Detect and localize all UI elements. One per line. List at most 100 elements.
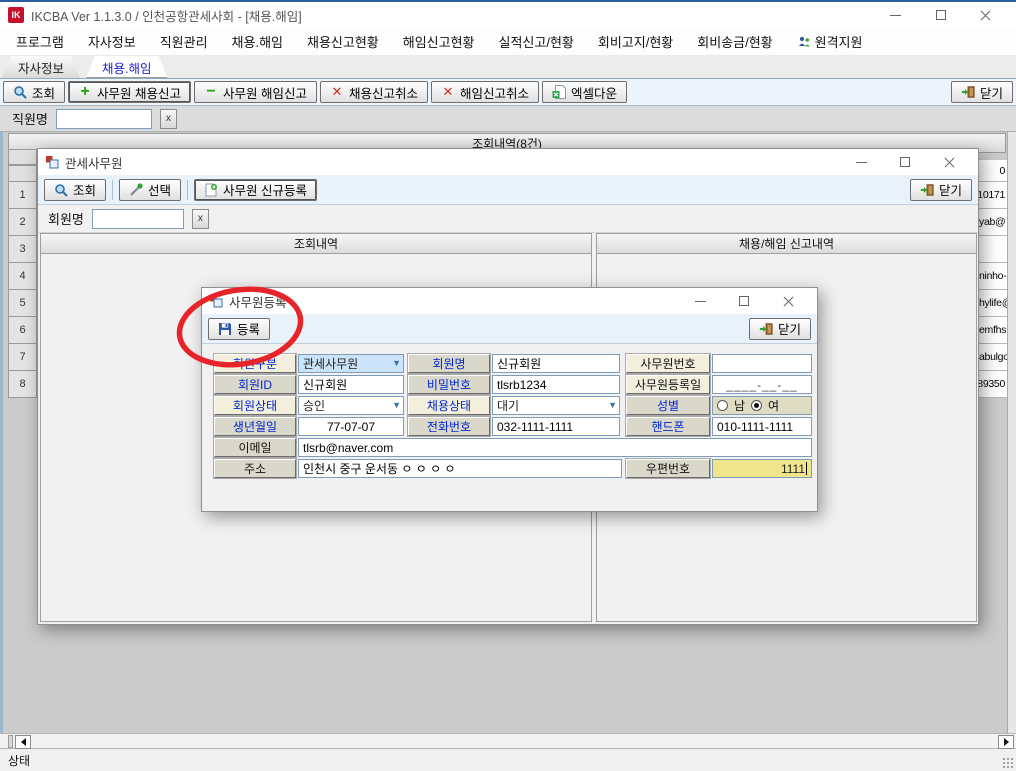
- clerk-hire-report-label: 사무원 채용신고: [97, 83, 181, 102]
- row-header-8[interactable]: 8: [8, 371, 37, 398]
- address-input[interactable]: [298, 459, 622, 478]
- resize-grip[interactable]: [1002, 757, 1013, 768]
- mobile-input[interactable]: [712, 417, 812, 436]
- address-label: 주소: [214, 459, 296, 478]
- menu-dismiss-report-status[interactable]: 해임신고현황: [403, 32, 475, 51]
- employee-name-input[interactable]: [56, 109, 152, 129]
- row-header-5[interactable]: 5: [8, 290, 37, 317]
- employee-name-clear-button[interactable]: x: [160, 109, 177, 129]
- close-button[interactable]: [766, 288, 810, 314]
- grid-corner-cell: [8, 165, 37, 182]
- menu-fee-notice[interactable]: 회비고지/현황: [598, 32, 673, 51]
- row-header-6[interactable]: 6: [8, 317, 37, 344]
- minimize-icon: [856, 162, 867, 163]
- member-type-combobox[interactable]: 관세사무원 ▼: [298, 354, 404, 373]
- excel-download-button[interactable]: 엑셀다운: [542, 81, 627, 103]
- chevron-down-icon: ▼: [392, 400, 401, 410]
- grid-cell-fragment: yab@: [977, 209, 1007, 236]
- status-bar: 상태: [0, 749, 1016, 771]
- row-header-2[interactable]: 2: [8, 209, 37, 236]
- employ-status-combobox[interactable]: 대기 ▼: [492, 396, 620, 415]
- clerk-no-input[interactable]: [712, 354, 812, 373]
- close-button[interactable]: [927, 149, 971, 175]
- grid-cell-fragment: 89350: [977, 371, 1007, 398]
- tab-hire-dismiss[interactable]: 채용.해임: [86, 56, 167, 78]
- horizontal-scrollbar[interactable]: [0, 733, 1016, 749]
- dialog-search-label: 조회: [73, 180, 96, 199]
- toolbar-separator: [187, 180, 188, 200]
- cancel-dismiss-report-button[interactable]: ✕ 해임신고취소: [431, 81, 539, 103]
- phone-input[interactable]: [492, 417, 620, 436]
- red-x-icon: ✕: [441, 85, 455, 99]
- scroll-left-button[interactable]: [15, 735, 31, 749]
- grid-cell-fragment: 10171: [977, 182, 1007, 209]
- gender-male-radio[interactable]: [717, 400, 728, 411]
- dialog-search-button[interactable]: 조회: [44, 179, 106, 201]
- vertical-scrollbar[interactable]: [1007, 132, 1016, 733]
- dialog-close-button[interactable]: 닫기: [749, 318, 811, 340]
- row-header-1[interactable]: 1: [8, 182, 37, 209]
- employee-filter-row: 직원명 x: [0, 106, 1016, 132]
- clerk-no-label: 사무원번호: [626, 354, 710, 373]
- menu-bar: 프로그램 자사정보 직원관리 채용.해임 채용신고현황 해임신고현황 실적신고/…: [0, 28, 1016, 55]
- menu-remote-support-label: 원격지원: [815, 32, 863, 51]
- menu-remote-support[interactable]: 원격지원: [797, 32, 863, 51]
- minimize-button[interactable]: [678, 288, 722, 314]
- maximize-button[interactable]: [918, 2, 963, 28]
- register-save-button[interactable]: 등록: [208, 318, 270, 340]
- member-name-field-label: 회원명: [408, 354, 490, 373]
- dialog-close-button[interactable]: 닫기: [910, 179, 972, 201]
- minimize-button[interactable]: [873, 2, 918, 28]
- minimize-button[interactable]: [839, 149, 883, 175]
- maximize-button[interactable]: [722, 288, 766, 314]
- tab-company-info[interactable]: 자사정보: [2, 56, 80, 78]
- menu-staff-management[interactable]: 직원관리: [160, 32, 208, 51]
- excel-icon: [552, 85, 566, 99]
- scroll-right-button[interactable]: [998, 735, 1014, 749]
- phone-label: 전화번호: [408, 417, 490, 436]
- member-name-input[interactable]: [92, 209, 184, 229]
- clerk-new-register-button[interactable]: 사무원 신규등록: [194, 179, 317, 201]
- employ-status-label: 채용상태: [408, 396, 490, 415]
- zipcode-label: 우편번호: [626, 459, 710, 478]
- form-icon: [45, 155, 59, 169]
- customs-clerk-dialog-toolbar: 조회 선택 사무원 신규등록 닫기: [38, 175, 978, 205]
- main-toolbar: 조회 + 사무원 채용신고 − 사무원 해임신고 ✕ 채용신고취소 ✕ 해임신고…: [0, 79, 1016, 106]
- menu-hire-dismiss[interactable]: 채용.해임: [232, 32, 283, 51]
- menu-performance-report[interactable]: 실적신고/현황: [499, 32, 574, 51]
- clerk-reg-date-input[interactable]: ____-__-__: [712, 375, 812, 394]
- menu-fee-remit[interactable]: 회비송금/현황: [697, 32, 772, 51]
- menu-company-info[interactable]: 자사정보: [88, 32, 136, 51]
- close-page-button[interactable]: 닫기: [951, 81, 1013, 103]
- member-status-combobox[interactable]: 승인 ▼: [298, 396, 404, 415]
- red-x-icon: ✕: [330, 85, 344, 99]
- password-input[interactable]: [492, 375, 620, 394]
- gender-female-radio[interactable]: [751, 400, 762, 411]
- excel-download-label: 엑셀다운: [571, 83, 617, 102]
- row-header-4[interactable]: 4: [8, 263, 37, 290]
- gender-female-label: 여: [768, 397, 779, 414]
- close-button[interactable]: [963, 2, 1008, 28]
- menu-hire-report-status[interactable]: 채용신고현황: [307, 32, 379, 51]
- maximize-button[interactable]: [883, 149, 927, 175]
- row-header-3[interactable]: 3: [8, 236, 37, 263]
- clerk-dismiss-report-button[interactable]: − 사무원 해임신고: [194, 81, 317, 103]
- member-name-clear-button[interactable]: x: [192, 209, 209, 229]
- zipcode-input[interactable]: 1111: [712, 459, 812, 478]
- clerk-hire-report-button[interactable]: + 사무원 채용신고: [68, 81, 191, 103]
- member-name-field-input[interactable]: [492, 354, 620, 373]
- birth-input[interactable]: [298, 417, 404, 436]
- scrollbar-splitter[interactable]: [8, 735, 13, 748]
- menu-program[interactable]: 프로그램: [16, 32, 64, 51]
- member-id-input[interactable]: [298, 375, 404, 394]
- search-button[interactable]: 조회: [3, 81, 65, 103]
- exit-door-icon: [920, 183, 934, 197]
- row-header-7[interactable]: 7: [8, 344, 37, 371]
- email-input[interactable]: [298, 438, 812, 457]
- new-document-icon: [204, 183, 218, 197]
- grid-cell-fragment: 0: [977, 160, 1007, 182]
- select-button[interactable]: 선택: [119, 179, 181, 201]
- cancel-hire-report-button[interactable]: ✕ 채용신고취소: [320, 81, 428, 103]
- minimize-icon: [890, 15, 901, 16]
- email-label: 이메일: [214, 438, 296, 457]
